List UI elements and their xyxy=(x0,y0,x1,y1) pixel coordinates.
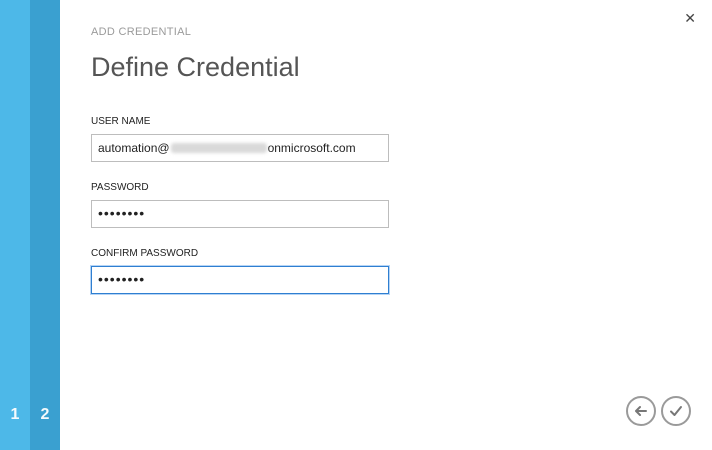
username-suffix: onmicrosoft.com xyxy=(267,141,356,155)
username-field[interactable]: automation@ onmicrosoft.com xyxy=(91,134,389,162)
confirm-password-value: •••••••• xyxy=(98,271,146,287)
username-prefix: automation@ xyxy=(98,141,170,155)
step-rail-1[interactable]: 1 xyxy=(0,0,30,450)
checkmark-icon xyxy=(670,406,682,416)
confirm-password-label: CONFIRM PASSWORD xyxy=(91,248,199,259)
password-value: •••••••• xyxy=(98,205,146,221)
dialog-content: ADD CREDENTIAL Define Credential USER NA… xyxy=(61,0,712,450)
redacted-domain xyxy=(170,143,267,153)
username-label: USER NAME xyxy=(91,116,151,127)
confirm-password-field[interactable]: •••••••• xyxy=(91,266,389,294)
dialog-eyebrow: ADD CREDENTIAL xyxy=(91,26,192,38)
password-label: PASSWORD xyxy=(91,182,149,193)
step-number-1: 1 xyxy=(10,406,20,423)
complete-button[interactable] xyxy=(661,396,691,426)
back-button[interactable] xyxy=(626,396,656,426)
password-field[interactable]: •••••••• xyxy=(91,200,389,228)
step-rail-2[interactable]: 2 xyxy=(30,0,60,450)
back-arrow-icon xyxy=(635,406,647,416)
step-number-2: 2 xyxy=(40,406,50,423)
close-icon[interactable]: ✕ xyxy=(684,10,696,27)
page-title: Define Credential xyxy=(91,52,300,82)
